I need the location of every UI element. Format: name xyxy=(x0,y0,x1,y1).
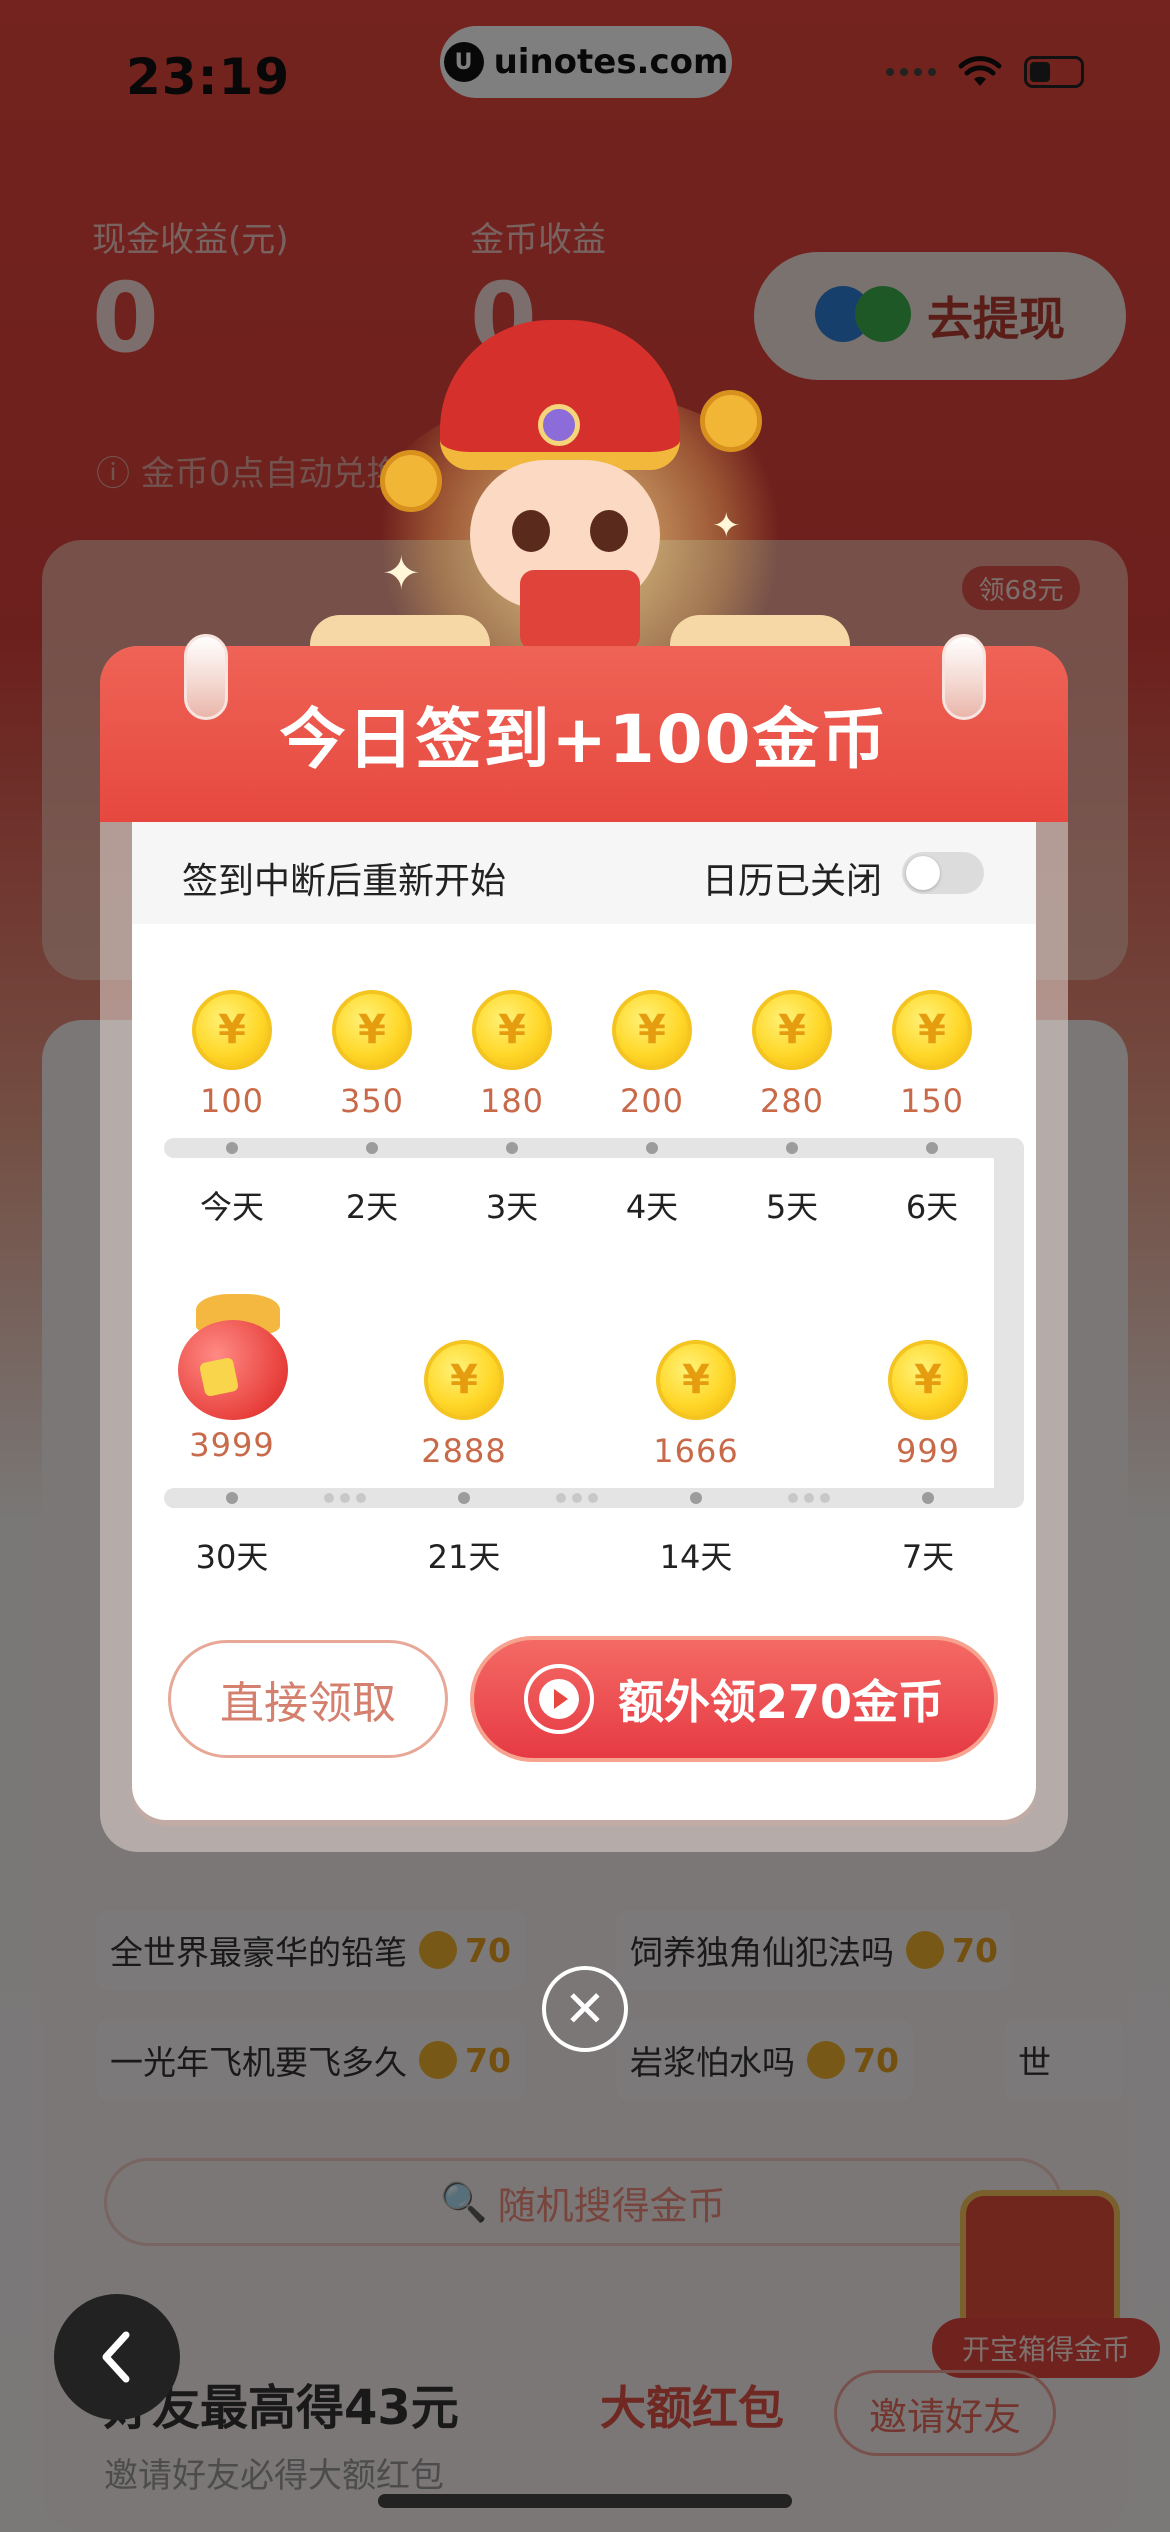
coin-icon: ¥ xyxy=(332,990,412,1070)
reward-amount: 100 xyxy=(199,1082,265,1120)
reward-day-2: ¥350 xyxy=(302,990,442,1120)
coin-icon: ¥ xyxy=(424,1340,504,1420)
progress-ellipsis xyxy=(324,1493,366,1503)
day-label: 4天 xyxy=(625,1188,679,1226)
play-icon xyxy=(523,1664,594,1734)
watch-video-extra-button[interactable]: 额外领270金币 xyxy=(470,1636,998,1762)
reward-day-1: ¥100 xyxy=(162,990,302,1120)
day-label: 5天 xyxy=(765,1188,819,1226)
calendar-ring-icon xyxy=(184,634,228,720)
checkin-rule-text: 签到中断后重新开始 xyxy=(182,861,507,902)
day-label: 7天 xyxy=(901,1538,955,1576)
progress-ellipsis xyxy=(556,1493,598,1503)
coin-icon: ¥ xyxy=(892,990,972,1070)
modal-header: 今日签到+100金币 xyxy=(100,646,1068,822)
reward-day-6: ¥150 xyxy=(862,990,1002,1120)
reward-amount: 180 xyxy=(479,1082,545,1120)
progress-dot xyxy=(226,1492,238,1504)
coin-icon: ¥ xyxy=(192,990,272,1070)
day-label: 21天 xyxy=(427,1538,501,1576)
reward-day-3: ¥180 xyxy=(442,990,582,1120)
extra-button-label: 额外领270金币 xyxy=(617,1675,945,1729)
day-label: 6天 xyxy=(905,1188,959,1226)
progress-dot xyxy=(786,1142,798,1154)
reward-amount: 150 xyxy=(899,1082,965,1120)
coin-icon: ¥ xyxy=(472,990,552,1070)
chevron-left-icon xyxy=(102,2331,130,2383)
coin-icon: ¥ xyxy=(656,1340,736,1420)
day-label: 30天 xyxy=(195,1538,269,1576)
day-label: 2天 xyxy=(345,1188,399,1226)
reward-day-30: 3999 xyxy=(162,1290,302,1464)
reward-amount: 2888 xyxy=(421,1432,507,1470)
modal-title: 今日签到+100金币 xyxy=(279,701,889,778)
day-label: 今天 xyxy=(199,1188,264,1226)
back-button[interactable] xyxy=(54,2294,180,2420)
calendar-ring-icon xyxy=(942,634,986,720)
progress-track xyxy=(164,1138,1024,1158)
progress-dot xyxy=(926,1142,938,1154)
day-label: 3天 xyxy=(485,1188,539,1226)
calendar-status-label: 日历已关闭 xyxy=(702,861,883,902)
progress-dot xyxy=(690,1492,702,1504)
coin-icon: ¥ xyxy=(888,1340,968,1420)
reward-amount: 1666 xyxy=(653,1432,739,1470)
reward-amount: 350 xyxy=(339,1082,405,1120)
day-label: 14天 xyxy=(659,1538,733,1576)
reward-amount: 999 xyxy=(895,1432,961,1470)
coin-icon: ¥ xyxy=(612,990,692,1070)
home-indicator xyxy=(378,2494,792,2508)
close-icon[interactable]: ✕ xyxy=(542,1966,628,2052)
checkin-settings-bar: 签到中断后重新开始 日历已关闭 xyxy=(132,822,1036,924)
coin-icon: ¥ xyxy=(752,990,832,1070)
progress-dot xyxy=(922,1492,934,1504)
reward-day-4: ¥200 xyxy=(582,990,722,1120)
mascot-illustration: ✦ ✦ xyxy=(300,310,860,690)
progress-dot xyxy=(458,1492,470,1504)
reward-amount: 280 xyxy=(759,1082,825,1120)
progress-dot xyxy=(506,1142,518,1154)
progress-dot xyxy=(366,1142,378,1154)
reward-day-14: ¥1666 xyxy=(626,1340,766,1470)
claim-directly-button[interactable]: 直接领取 xyxy=(168,1640,448,1758)
progress-dot xyxy=(646,1142,658,1154)
reward-amount: 200 xyxy=(619,1082,685,1120)
reward-day-5: ¥280 xyxy=(722,990,862,1120)
reward-day-7: ¥999 xyxy=(858,1340,998,1470)
progress-dot xyxy=(226,1142,238,1154)
calendar-toggle[interactable] xyxy=(902,852,984,894)
lucky-bag-icon xyxy=(172,1290,292,1420)
progress-ellipsis xyxy=(788,1493,830,1503)
reward-day-21: ¥2888 xyxy=(394,1340,534,1470)
reward-amount: 3999 xyxy=(189,1426,275,1464)
